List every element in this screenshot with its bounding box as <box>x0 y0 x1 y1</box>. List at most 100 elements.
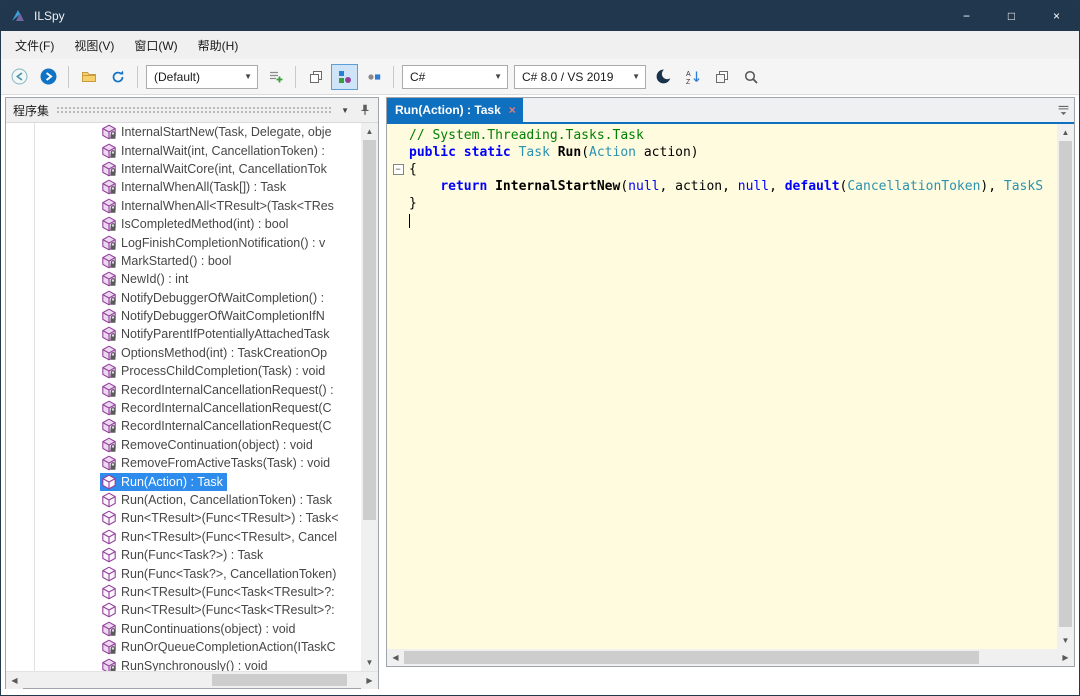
scrollbar-thumb[interactable] <box>212 674 347 686</box>
menu-help[interactable]: 帮助(H) <box>188 32 249 59</box>
private-method-icon <box>101 418 117 434</box>
tree-item[interactable]: NotifyDebuggerOfWaitCompletionIfN <box>6 307 361 325</box>
editor-vertical-scrollbar[interactable]: ▲ ▼ <box>1057 124 1074 649</box>
menu-view[interactable]: 视图(V) <box>64 32 124 59</box>
menu-file[interactable]: 文件(F) <box>5 32 64 59</box>
tree-item[interactable]: Run<TResult>(Func<Task<TResult>?: <box>6 601 361 619</box>
tree-vertical-scrollbar[interactable]: ▲ ▼ <box>361 123 378 671</box>
tree-item[interactable]: RecordInternalCancellationRequest(C <box>6 417 361 435</box>
duplicate-window-icon <box>714 69 730 85</box>
scroll-up-arrow[interactable]: ▲ <box>361 123 378 140</box>
tree-item[interactable]: Run(Action, CancellationToken) : Task <box>6 491 361 509</box>
tree-item-label: NotifyDebuggerOfWaitCompletionIfN <box>121 309 325 323</box>
tab-list-icon <box>1057 104 1070 117</box>
scrollbar-thumb[interactable] <box>363 140 376 520</box>
tree-item-label: InternalWaitCore(int, CancellationTok <box>121 162 327 176</box>
menu-window[interactable]: 窗口(W) <box>124 32 187 59</box>
scroll-left-arrow[interactable]: ◀ <box>387 649 404 666</box>
ilspy-window: ILSpy − □ × 文件(F) 视图(V) 窗口(W) 帮助(H) <box>0 0 1080 696</box>
tree-item[interactable]: RunSynchronously() : void <box>6 656 361 671</box>
tree-horizontal-scrollbar[interactable]: ◀ ▶ <box>6 671 378 688</box>
tree-item[interactable]: Run<TResult>(Func<TResult>, Cancel <box>6 528 361 546</box>
tree-item[interactable]: OptionsMethod(int) : TaskCreationOp <box>6 344 361 362</box>
scroll-left-arrow[interactable]: ◀ <box>6 672 23 689</box>
tab-strip: Run(Action) : Task × <box>387 98 1074 124</box>
tree-item[interactable]: NewId() : int <box>6 270 361 288</box>
assembly-list-dropdown[interactable]: (Default) ▼ <box>146 65 258 89</box>
minimize-button[interactable]: − <box>944 1 989 31</box>
private-method-icon <box>101 658 117 671</box>
show-internal-api-toggle[interactable] <box>331 64 358 90</box>
sort-assemblies-button[interactable]: A Z <box>679 64 706 90</box>
tree-item[interactable]: Run(Func<Task?>, CancellationToken) <box>6 564 361 582</box>
scrollbar-thumb[interactable] <box>1059 141 1072 627</box>
private-method-icon <box>101 363 117 379</box>
close-button[interactable]: × <box>1034 1 1079 31</box>
tree-item-label: LogFinishCompletionNotification() : v <box>121 236 325 250</box>
tree-item-label: InternalWhenAll<TResult>(Task<TRes <box>121 199 334 213</box>
pin-icon[interactable] <box>358 103 372 117</box>
scroll-up-arrow[interactable]: ▲ <box>1057 124 1074 141</box>
refresh-button[interactable] <box>104 64 131 90</box>
private-method-icon <box>101 326 117 342</box>
private-method-icon <box>101 253 117 269</box>
tree-item[interactable]: InternalWaitCore(int, CancellationTok <box>6 160 361 178</box>
language-version-dropdown[interactable]: C# 8.0 / VS 2019 ▼ <box>514 65 646 89</box>
tab-close-button[interactable]: × <box>509 103 516 117</box>
manage-assembly-lists-button[interactable] <box>262 64 289 90</box>
flatten-namespaces-button[interactable] <box>302 64 329 90</box>
tree-item[interactable]: Run(Action) : Task <box>6 472 361 490</box>
tree-item[interactable]: Run(Func<Task?>) : Task <box>6 546 361 564</box>
tree-item[interactable]: IsCompletedMethod(int) : bool <box>6 215 361 233</box>
panel-grip-texture <box>56 106 332 114</box>
code-editor[interactable]: // System.Threading.Tasks.Taskpublic sta… <box>387 124 1057 649</box>
open-file-button[interactable] <box>75 64 102 90</box>
tab-list-button[interactable] <box>1052 99 1074 121</box>
tree-item-label: Run<TResult>(Func<TResult>) : Task< <box>121 511 339 525</box>
tree-item[interactable]: RunOrQueueCompletionAction(ITaskC <box>6 638 361 656</box>
navigate-back-button[interactable] <box>6 64 33 90</box>
public-method-icon <box>101 474 117 490</box>
panel-menu-arrow-icon[interactable]: ▼ <box>339 104 351 117</box>
language-version-value: C# 8.0 / VS 2019 <box>522 70 613 84</box>
api-members-icon <box>337 69 353 85</box>
tree-item-label: MarkStarted() : bool <box>121 254 231 268</box>
scroll-right-arrow[interactable]: ▶ <box>1057 649 1074 666</box>
tree-item[interactable]: NotifyParentIfPotentiallyAttachedTask <box>6 325 361 343</box>
tree-item[interactable]: MarkStarted() : bool <box>6 252 361 270</box>
tree-item[interactable]: RecordInternalCancellationRequest(C <box>6 399 361 417</box>
tree-item-label: InternalWhenAll(Task[]) : Task <box>121 180 286 194</box>
navigate-forward-button[interactable] <box>35 64 62 90</box>
scrollbar-thumb[interactable] <box>404 651 979 664</box>
tree-item[interactable]: InternalWait(int, CancellationToken) : <box>6 141 361 159</box>
tree-item[interactable]: NotifyDebuggerOfWaitCompletion() : <box>6 289 361 307</box>
api-visibility-button[interactable] <box>360 64 387 90</box>
public-method-icon <box>101 510 117 526</box>
search-button[interactable] <box>737 64 764 90</box>
maximize-button[interactable]: □ <box>989 1 1034 31</box>
toolbar: (Default) ▼ <box>1 59 1079 95</box>
tree-item[interactable]: RemoveFromActiveTasks(Task) : void <box>6 454 361 472</box>
tree-item[interactable]: Run<TResult>(Func<TResult>) : Task< <box>6 509 361 527</box>
tree-item[interactable]: RecordInternalCancellationRequest() : <box>6 380 361 398</box>
fold-collapse-box[interactable]: − <box>393 164 404 175</box>
scroll-right-arrow[interactable]: ▶ <box>361 672 378 689</box>
scroll-down-arrow[interactable]: ▼ <box>1057 632 1074 649</box>
tree-item[interactable]: LogFinishCompletionNotification() : v <box>6 233 361 251</box>
theme-toggle-button[interactable] <box>650 64 677 90</box>
tree-item[interactable]: InternalStartNew(Task, Delegate, obje <box>6 123 361 141</box>
document-panel: Run(Action) : Task × // System.Threading… <box>386 97 1075 689</box>
language-dropdown[interactable]: C# ▼ <box>402 65 508 89</box>
tree-item[interactable]: InternalWhenAll(Task[]) : Task <box>6 178 361 196</box>
code-line <box>387 212 1057 229</box>
tree-item[interactable]: InternalWhenAll<TResult>(Task<TRes <box>6 197 361 215</box>
scroll-down-arrow[interactable]: ▼ <box>361 654 378 671</box>
new-tab-button[interactable] <box>708 64 735 90</box>
tree-item[interactable]: Run<TResult>(Func<Task<TResult>?: <box>6 583 361 601</box>
document-tab[interactable]: Run(Action) : Task × <box>387 98 523 122</box>
editor-horizontal-scrollbar[interactable]: ◀ ▶ <box>387 649 1074 666</box>
tree-item[interactable]: RunContinuations(object) : void <box>6 620 361 638</box>
tree-item[interactable]: ProcessChildCompletion(Task) : void <box>6 362 361 380</box>
sort-az-icon: A Z <box>685 69 701 85</box>
tree-item[interactable]: RemoveContinuation(object) : void <box>6 436 361 454</box>
